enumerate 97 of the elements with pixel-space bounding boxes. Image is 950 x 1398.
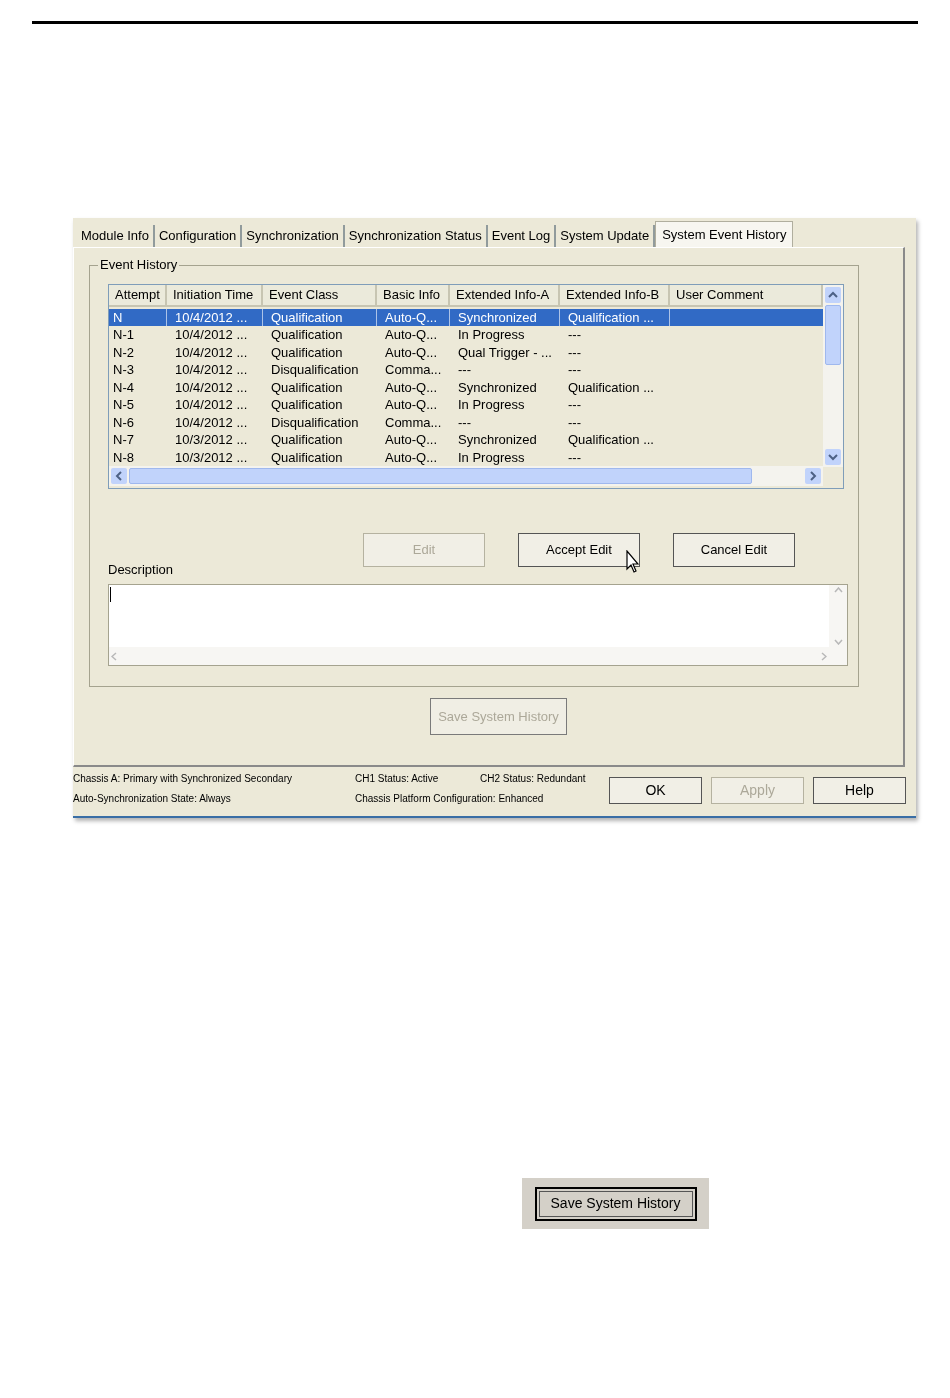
table-cell-text: N-8 (112, 448, 135, 466)
table-cell-text: Qualification (270, 343, 344, 362)
table-cell-text: Synchronized (457, 431, 538, 449)
table-row[interactable]: N-8 10/3/2012 ... Qualification Auto-Q... In Progress --- (109, 448, 823, 466)
table-cell-text: 10/4/2012 ... (174, 396, 249, 414)
table-cell-text: Qualification (270, 448, 344, 466)
table-cell-text: --- (457, 361, 472, 379)
table-cell-text: --- (457, 413, 472, 432)
column-header[interactable]: Attempt (109, 285, 167, 307)
scroll-left-icon[interactable] (111, 468, 127, 484)
table-cell: Qualification ... (560, 309, 670, 327)
table-cell-text: --- (567, 326, 582, 344)
table-row[interactable]: N-2 10/4/2012 ... Qualification Auto-Q... Qual Trigger - ... --- (109, 343, 823, 362)
table-cell-text: 10/4/2012 ... (174, 378, 249, 397)
column-header[interactable]: Extended Info-A (450, 285, 560, 307)
column-header[interactable]: Basic Info (377, 285, 450, 307)
table-cell: N (109, 309, 167, 327)
mouse-pointer-icon (626, 550, 639, 574)
table-cell-text: Disqualification (270, 361, 360, 379)
table-cell-text: Qualification (270, 326, 344, 344)
edit-button[interactable]: Accept Edit (518, 533, 640, 567)
table-row[interactable]: N-5 10/4/2012 ... Qualification Auto-Q... In Progress --- (109, 396, 823, 414)
table-cell-text: N-3 (112, 361, 135, 379)
text-cursor (110, 587, 111, 602)
description-field[interactable] (108, 584, 848, 666)
table-cell-text: Qualification ... (567, 431, 655, 449)
table-cell: 10/4/2012 ... (167, 309, 263, 327)
scroll-up-icon[interactable] (833, 587, 843, 593)
save-system-history-button[interactable]: Save System History (534, 1186, 697, 1221)
table-row[interactable]: N-3 10/4/2012 ... Disqualification Comma... --- --- (109, 361, 823, 379)
dialog-button[interactable]: Help (813, 777, 906, 804)
table-cell-text: --- (567, 343, 582, 362)
table-cell-text: 10/4/2012 ... (174, 413, 249, 432)
dialog-button[interactable]: OK (609, 777, 702, 804)
table-cell-text: 10/3/2012 ... (174, 448, 249, 466)
selected-row[interactable]: N 10/4/2012 ... Qualification Auto-Q... Synchronized Qualification ... (109, 309, 823, 327)
status-text: Chassis Platform Configuration: Enhanced (355, 792, 544, 806)
table-row[interactable]: N-7 10/3/2012 ... Qualification Auto-Q... Synchronized Qualification ... (109, 431, 823, 449)
table-cell-text: Qualification (270, 378, 344, 397)
table-cell-text: N-7 (112, 431, 135, 449)
scroll-right-icon[interactable] (821, 651, 827, 661)
table-cell-text: Qual Trigger - ... (457, 343, 553, 362)
table-cell-text: Qualification ... (567, 378, 655, 397)
horizontal-scrollbar[interactable] (109, 466, 823, 486)
status-text: CH2 Status: Redundant (480, 772, 586, 786)
table-cell-text: N-6 (112, 413, 135, 432)
scroll-right-icon[interactable] (805, 468, 821, 484)
scroll-down-icon[interactable] (825, 449, 841, 465)
table-cell: Synchronized (450, 309, 560, 327)
table-cell-text: --- (567, 448, 582, 466)
table-row[interactable]: N-4 10/4/2012 ... Qualification Auto-Q... Synchronized Qualification ... (109, 378, 823, 397)
column-header[interactable]: User Comment (670, 285, 823, 307)
table-cell-text: Auto-Q... (384, 431, 439, 449)
status-text: CH1 Status: Active (355, 772, 440, 786)
table-cell-text: N-5 (112, 396, 135, 414)
scroll-left-icon[interactable] (111, 651, 117, 661)
table-row[interactable]: N-1 10/4/2012 ... Qualification Auto-Q... In Progress --- (109, 326, 823, 344)
table-cell-text: Auto-Q... (384, 378, 439, 397)
table-cell-text: In Progress (457, 396, 526, 414)
table-cell-text: Qualification (270, 396, 344, 414)
tab[interactable]: System Event History (655, 221, 794, 247)
column-header[interactable]: Initiation Time (167, 285, 263, 307)
scroll-thumb[interactable] (825, 305, 841, 365)
vertical-scrollbar[interactable] (823, 285, 843, 467)
table-cell-text: Qualification (270, 431, 344, 449)
table-cell: Auto-Q... (377, 309, 450, 327)
scroll-down-icon[interactable] (833, 639, 843, 645)
table-cell-text: --- (567, 413, 582, 432)
table-cell-text: N-2 (112, 343, 135, 362)
table-cell-text: In Progress (457, 448, 526, 466)
table-cell-text: 10/3/2012 ... (174, 431, 249, 449)
table-cell-text: Comma... (384, 413, 443, 432)
status-text: Chassis A: Primary with Synchronized Secondary (73, 772, 293, 786)
table-cell-text: --- (567, 396, 582, 414)
table-cell-text: Auto-Q... (384, 448, 439, 466)
table-cell-text: N-4 (112, 378, 135, 397)
table-cell-text: Disqualification (270, 413, 360, 432)
table-cell-text: 10/4/2012 ... (174, 326, 249, 344)
table-cell-text: Auto-Q... (384, 396, 439, 414)
table-cell-text: Auto-Q... (384, 343, 439, 362)
description-label: Description (108, 561, 174, 579)
table-cell-text: Comma... (384, 361, 443, 379)
table-cell-text: 10/4/2012 ... (174, 343, 249, 362)
table-cell-text: 10/4/2012 ... (174, 361, 249, 379)
scroll-thumb[interactable] (129, 468, 752, 484)
column-header[interactable]: Extended Info-B (560, 285, 670, 307)
table-cell: Qualification (263, 309, 377, 327)
table-cell-text: In Progress (457, 326, 526, 344)
table-cell-text: Auto-Q... (384, 326, 439, 344)
table-cell-text: N-1 (112, 326, 135, 344)
edit-button[interactable]: Cancel Edit (673, 533, 795, 567)
table-row[interactable]: N-6 10/4/2012 ... Disqualification Comma... --- --- (109, 413, 823, 432)
column-header[interactable]: Event Class (263, 285, 377, 307)
status-text: Auto-Synchronization State: Always (73, 792, 232, 806)
table-cell-text: --- (567, 361, 582, 379)
table-cell-text: Synchronized (457, 378, 538, 397)
scroll-up-icon[interactable] (825, 287, 841, 303)
